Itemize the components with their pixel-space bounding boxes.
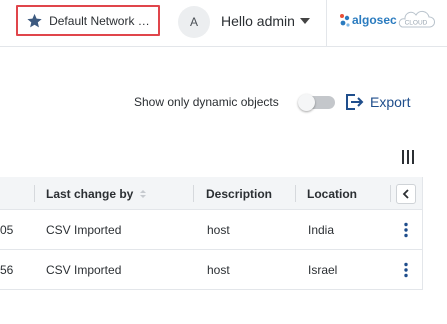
table-cell-truncated: 56: [0, 263, 14, 277]
favorite-view-label: Default Network Ob...: [49, 13, 158, 28]
column-separator: [295, 185, 296, 202]
column-separator: [390, 185, 391, 202]
column-header-last-change-by[interactable]: Last change by: [46, 187, 133, 201]
export-icon: [346, 94, 364, 110]
table-row[interactable]: 05 CSV Imported host India: [0, 210, 422, 250]
logo-mark-icon: [340, 14, 350, 27]
logo-text: algosec: [352, 13, 397, 27]
column-separator: [34, 185, 35, 202]
algosec-logo: algosec CLOUD: [338, 9, 438, 33]
table-cell-description: host: [207, 263, 230, 277]
cloud-icon: CLOUD: [398, 10, 436, 28]
logo-cloud-text: CLOUD: [405, 20, 428, 27]
table-cell-last-change-by: CSV Imported: [46, 223, 122, 237]
table-cell-location: Israel: [308, 263, 338, 277]
export-label: Export: [370, 94, 411, 110]
dynamic-objects-toggle[interactable]: [298, 94, 335, 111]
star-icon: [27, 13, 42, 27]
chevron-down-icon[interactable]: [300, 18, 310, 24]
table-cell-description: host: [207, 223, 230, 237]
header-divider: [326, 0, 327, 47]
table-right-edge: [422, 177, 423, 290]
table-row[interactable]: 56 CSV Imported host Israel: [0, 250, 422, 290]
column-separator: [193, 185, 194, 202]
table-cell-location: India: [308, 223, 335, 237]
dynamic-objects-toggle-label: Show only dynamic objects: [134, 95, 279, 109]
toggle-knob: [298, 94, 315, 111]
columns-icon[interactable]: [400, 149, 416, 165]
more-vert-icon[interactable]: [399, 222, 413, 238]
export-button[interactable]: Export: [344, 92, 410, 112]
table-cell-truncated: 05: [0, 223, 14, 237]
chevron-left-icon: [402, 189, 409, 199]
sort-icon[interactable]: [139, 189, 147, 199]
user-greeting[interactable]: Hello admin: [221, 13, 295, 29]
table-cell-last-change-by: CSV Imported: [46, 263, 122, 277]
favorite-view-selector[interactable]: Default Network Ob...: [16, 5, 160, 36]
column-header-description[interactable]: Description: [206, 187, 272, 201]
table-header: Last change by Description Location: [0, 177, 422, 210]
avatar[interactable]: A: [178, 6, 210, 38]
top-bar: Default Network Ob... A Hello admin algo…: [0, 0, 447, 47]
collapse-panel-button[interactable]: [396, 184, 416, 204]
column-header-location[interactable]: Location: [307, 187, 357, 201]
more-vert-icon[interactable]: [399, 262, 413, 278]
